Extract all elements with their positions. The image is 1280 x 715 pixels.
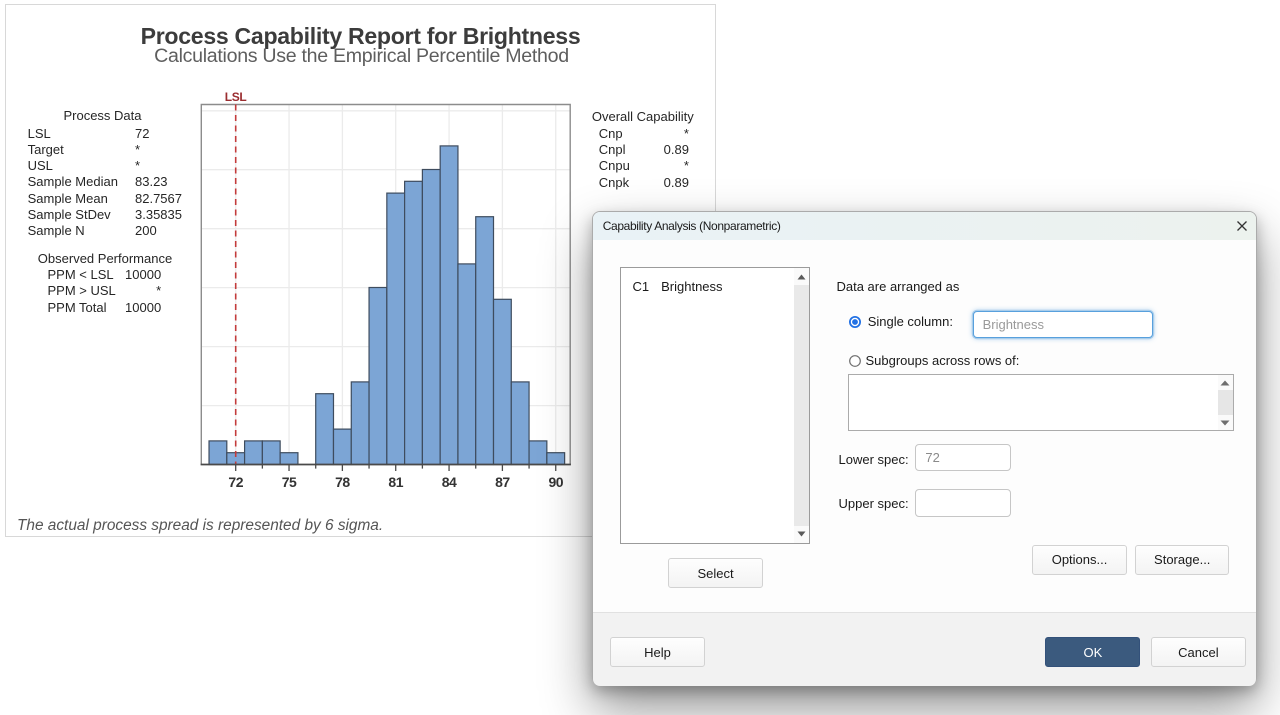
svg-text:78: 78 (335, 474, 350, 490)
svg-text:72: 72 (228, 474, 243, 490)
svg-text:75: 75 (282, 474, 297, 490)
svg-text:LSL: LSL (225, 90, 247, 104)
svg-text:84: 84 (442, 474, 457, 490)
svg-text:87: 87 (495, 474, 510, 490)
svg-text:90: 90 (548, 474, 563, 490)
svg-text:81: 81 (388, 474, 403, 490)
